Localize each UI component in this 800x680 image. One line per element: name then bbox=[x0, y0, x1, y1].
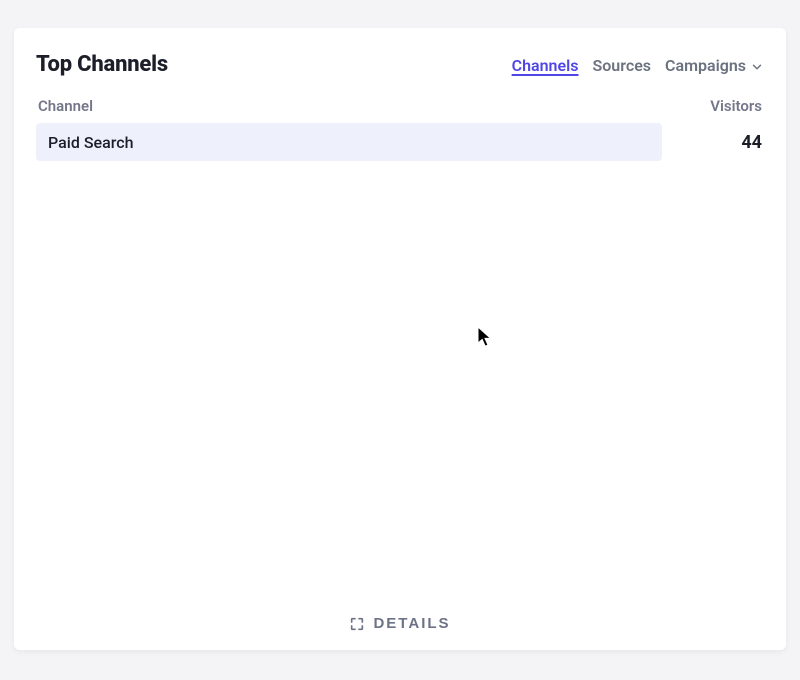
details-button[interactable]: DETAILS bbox=[349, 615, 450, 632]
tab-campaigns[interactable]: Campaigns bbox=[665, 56, 764, 77]
tab-sources[interactable]: Sources bbox=[592, 56, 651, 77]
card-title: Top Channels bbox=[36, 52, 168, 77]
rows-container: Paid Search 44 bbox=[36, 123, 764, 165]
tabs: Channels Sources Campaigns bbox=[512, 56, 764, 77]
chevron-down-icon bbox=[750, 59, 764, 73]
col-channel: Channel bbox=[38, 97, 93, 115]
table-header-row: Channel Visitors bbox=[36, 97, 764, 123]
row-value: 44 bbox=[668, 132, 764, 153]
tab-channels[interactable]: Channels bbox=[512, 56, 579, 77]
col-visitors: Visitors bbox=[710, 97, 762, 115]
table-row[interactable]: Paid Search 44 bbox=[36, 123, 764, 161]
row-label: Paid Search bbox=[36, 133, 133, 152]
card-header: Top Channels Channels Sources Campaigns bbox=[36, 52, 764, 77]
tab-campaigns-label: Campaigns bbox=[665, 56, 746, 75]
spacer bbox=[36, 165, 764, 607]
details-label: DETAILS bbox=[373, 615, 450, 632]
top-channels-card: Top Channels Channels Sources Campaigns … bbox=[14, 28, 786, 650]
card-footer: DETAILS bbox=[36, 607, 764, 632]
expand-icon bbox=[349, 616, 365, 632]
